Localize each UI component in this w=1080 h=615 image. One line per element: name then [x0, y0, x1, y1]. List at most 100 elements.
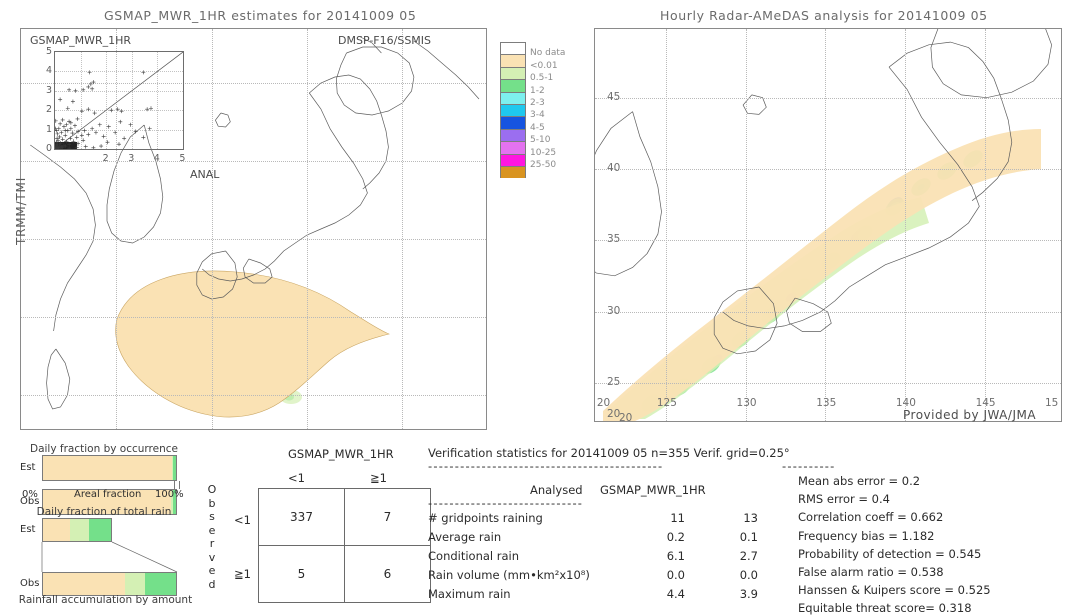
verification-rule-short: ----------------------------- [428, 496, 584, 510]
contingency-side-char: e [208, 523, 216, 537]
bar-total-rain-title: Daily fraction of total rain [36, 506, 172, 518]
colorbar-swatch-6 [500, 116, 526, 129]
bar-segment-0 [43, 573, 126, 595]
bar-row-label-obs: Obs [20, 578, 40, 589]
colorbar-swatch-9 [500, 153, 526, 166]
score-item-2: Correlation coeff = 0.662 [798, 510, 944, 525]
left-map-gridline-v-2 [306, 29, 308, 429]
verification-row-analysed-2: 6.1 [666, 549, 685, 563]
right-map-gridline-v-3 [904, 29, 906, 421]
score-item-1: RMS error = 0.4 [798, 492, 890, 507]
right-map-gridline-h-1 [595, 168, 1061, 170]
scatter-ytick-2: 2 [46, 104, 53, 116]
score-item-0: Mean abs error = 0.2 [798, 474, 921, 488]
colorbar-swatch-1 [500, 54, 526, 67]
verification-col-model: GSMAP_MWR_1HR [600, 483, 706, 497]
colorbar-swatch-2 [500, 66, 526, 80]
colorbar-label-3: 1-2 [530, 85, 545, 96]
colorbar-swatch-5 [500, 103, 526, 117]
contingency-cell-0-1: 7 [344, 488, 431, 546]
bar-segment-0 [43, 456, 172, 480]
right-map-ytick-1: 40 [607, 161, 621, 174]
right-map-xtick-2: 130 [736, 397, 757, 409]
bar-total-rain-chart: Est Obs [0, 518, 200, 596]
colorbar-swatch-7 [500, 128, 526, 142]
contingency-side-char: e [208, 564, 216, 577]
scatter-ytick-4: 4 [46, 65, 53, 77]
right-map-gridline-h-2 [595, 240, 1061, 242]
colorbar-swatch-4 [500, 91, 526, 104]
colorbar-swatch-10 [500, 165, 526, 179]
right-map-gridline-h-4 [595, 382, 1061, 384]
bar-est [42, 518, 113, 542]
right-panel-title: Hourly Radar-AMeDAS analysis for 2014100… [660, 8, 988, 23]
verification-col-analysed: Analysed [530, 483, 583, 497]
scatter-ytick-0: 0 [46, 143, 53, 154]
colorbar-swatch-8 [500, 141, 526, 154]
left-map-gridline-h-2 [21, 239, 486, 240]
left-map-gridline-v-3 [402, 29, 404, 429]
left-map-gridline-h-4 [21, 395, 486, 396]
colorbar-label-2: 0.5-1 [530, 73, 554, 84]
left-map-gridline-v-1 [211, 29, 213, 429]
left-map-tag-anal: ANAL [190, 168, 220, 181]
colorbar-label-5: 3-4 [530, 110, 545, 121]
contingency-cell-1-1: 6 [344, 545, 431, 603]
bar-est [42, 455, 177, 481]
scatter-xtick-0: 2 [102, 153, 109, 164]
contingency-row-0: 337 7 [258, 488, 431, 546]
left-map-gridline-h-3 [21, 317, 486, 318]
bar-segment-2 [88, 519, 112, 541]
colorbar-label-9: 25-50 [530, 160, 557, 170]
right-map-gridline-v-1 [745, 29, 747, 421]
colorbar-label-8: 10-25 [530, 147, 557, 158]
contingency-side-char: O [207, 483, 217, 496]
contingency-side-char: v [208, 550, 216, 564]
verification-row-label-3: Rain volume (mm•km²x10⁸) [428, 568, 590, 582]
bar-segment-1 [70, 519, 89, 541]
left-panel-side-label: TRMM/TMI [14, 176, 28, 245]
contingency-col-header-1: ≧1 [370, 471, 387, 485]
bar-occurrence-title: Daily fraction by occurrence [30, 443, 178, 455]
verification-row-analysed-4: 4.4 [666, 587, 685, 601]
right-map-xtick-3: 135 [816, 397, 837, 409]
verification-header: Verification statistics for 20141009 05 … [428, 446, 790, 460]
scatter-xtick-3: 5 [179, 153, 186, 164]
bar-segment-2 [173, 456, 176, 480]
right-map-ytick-4: 25 [607, 375, 621, 388]
verification-row-model-3: 0.0 [739, 568, 758, 582]
score-item-6: Hanssen & Kuipers score = 0.525 [798, 583, 991, 598]
verification-row-model-4: 3.9 [739, 587, 758, 601]
verification-rule-long: ----------------------------------------… [428, 459, 664, 473]
score-item-5: False alarm ratio = 0.538 [798, 565, 944, 579]
right-map-gridline-h-3 [595, 311, 1061, 313]
right-map-xtick-1: 125 [656, 397, 677, 409]
scatter-xtick-2: 4 [153, 153, 160, 164]
left-map-tag-topleft: GSMAP_MWR_1HR [30, 34, 132, 47]
verification-row-label-4: Maximum rain [428, 587, 511, 601]
left-map-tag-topright: DMSP-F16/SSMIS [338, 34, 432, 47]
verification-row-analysed-0: 11 [670, 511, 685, 525]
contingency-side-char: s [209, 510, 215, 523]
verification-row-model-2: 2.7 [739, 549, 758, 563]
verification-row-label-1: Average rain [428, 530, 502, 544]
bar-occurrence-axis-right: 100% [155, 489, 184, 500]
verification-row-label-2: Conditional rain [428, 549, 520, 563]
contingency-side-char: b [208, 496, 216, 510]
colorbar-label-1: <0.01 [530, 60, 558, 71]
contingency-header: GSMAP_MWR_1HR [288, 447, 394, 461]
contingency-side-label: Observed [206, 483, 218, 591]
contingency-col-header-0: <1 [288, 471, 305, 485]
right-map-gridline-v-4 [984, 29, 986, 421]
score-item-3: Frequency bias = 1.182 [798, 528, 935, 543]
contingency-table: 337 7 5 6 [258, 488, 431, 603]
bar-occurrence-axis-left: 0% [22, 489, 38, 500]
right-map-corner-tick: 20 [619, 412, 633, 422]
scatter-ytick-1: 1 [46, 123, 53, 135]
colorbar-label-0: No data [530, 48, 566, 59]
verification-row-model-1: 0.1 [739, 530, 758, 544]
bar-occurrence-axis-center: Areal fraction [74, 489, 142, 500]
contingency-side-char: r [209, 537, 215, 550]
score-item-4: Probability of detection = 0.545 [798, 546, 982, 561]
contingency-row-1: 56 [258, 545, 431, 603]
